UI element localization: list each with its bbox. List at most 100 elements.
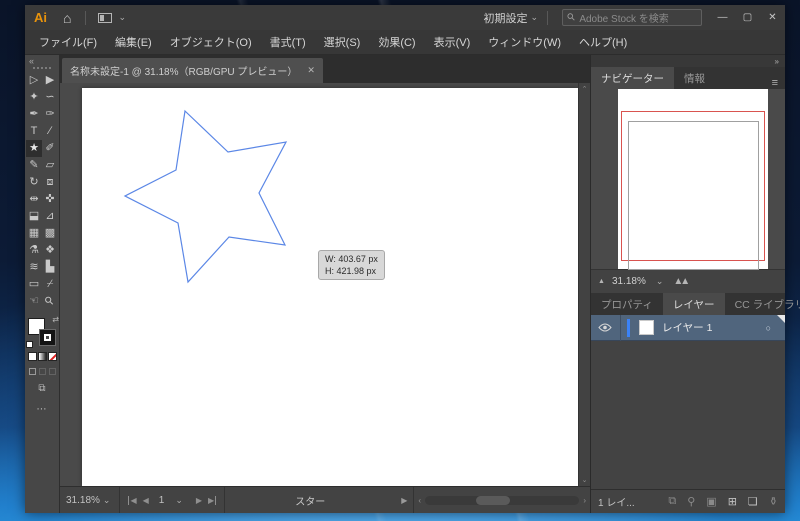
stroke-swatch[interactable] xyxy=(39,329,56,346)
menu-view[interactable]: 表示(V) xyxy=(425,34,480,50)
menu-select[interactable]: 選択(S) xyxy=(315,34,370,50)
status-flyout-icon[interactable]: ▶ xyxy=(395,487,415,513)
artboard-tool[interactable]: ▭ xyxy=(26,276,42,293)
perspective-grid-tool[interactable]: ⊿ xyxy=(42,208,58,225)
scrollbar-thumb[interactable] xyxy=(475,495,510,505)
puppet-warp-tool[interactable]: ✜ xyxy=(42,191,58,208)
menu-type[interactable]: 書式(T) xyxy=(261,34,315,50)
magic-wand-tool[interactable]: ✦ xyxy=(26,89,42,106)
shaper-tool[interactable]: ✎ xyxy=(26,157,42,174)
shape-builder-tool[interactable]: ⬓ xyxy=(26,208,42,225)
gradient-tool[interactable]: ▩ xyxy=(42,225,58,242)
tab-navigator[interactable]: ナビゲーター xyxy=(591,67,674,89)
star-shape[interactable] xyxy=(60,83,578,486)
scroll-right-icon[interactable]: › xyxy=(583,496,586,505)
menu-edit[interactable]: 編集(E) xyxy=(106,34,161,50)
clipping-mask-icon[interactable]: ▣ xyxy=(706,495,716,508)
eyedropper-tool[interactable]: ⚗ xyxy=(26,242,42,259)
width-tool[interactable]: ⇹ xyxy=(26,191,42,208)
layer-thumbnail[interactable] xyxy=(639,320,654,335)
scroll-down-icon[interactable]: ⌄ xyxy=(582,476,588,484)
tab-close-icon[interactable]: ✕ xyxy=(307,65,315,76)
toolbar-drag-handle[interactable] xyxy=(33,67,51,69)
collapse-toolbar-icon[interactable]: « xyxy=(25,55,38,66)
menu-file[interactable]: ファイル(F) xyxy=(30,34,106,50)
artboard-number-dropdown[interactable]: 1 ⌄ xyxy=(155,495,190,506)
tab-layers[interactable]: レイヤー xyxy=(662,293,725,315)
zoom-level-dropdown[interactable]: 31.18% ⌄ xyxy=(60,487,121,513)
document-tab-bar: 名称未設定-1 @ 31.18%（RGB/GPU プレビュー） ✕ xyxy=(60,55,590,83)
direct-selection-tool[interactable]: ▶ xyxy=(42,72,58,89)
collect-for-export-icon[interactable]: ⧉ xyxy=(668,495,676,508)
curvature-tool[interactable]: ✒ xyxy=(26,106,42,123)
size-tooltip: W: 403.67 px H: 421.98 px xyxy=(318,250,385,280)
previous-artboard-button[interactable]: ◀ xyxy=(143,496,149,505)
eraser-tool[interactable]: ▱ xyxy=(42,157,58,174)
tab-properties[interactable]: プロパティ xyxy=(591,293,663,315)
edit-toolbar-icon[interactable]: ⋯ xyxy=(37,404,48,415)
layer-target-icon[interactable]: ○ xyxy=(766,323,771,333)
draw-behind-mode[interactable] xyxy=(38,368,46,375)
visibility-eye-icon[interactable] xyxy=(598,323,612,332)
vertical-scrollbar[interactable]: ⌃ ⌄ xyxy=(578,83,590,486)
scale-tool[interactable]: ⧈ xyxy=(42,174,58,191)
chevron-down-icon[interactable]: ⌄ xyxy=(115,12,129,23)
scrollbar-track[interactable] xyxy=(425,495,580,505)
menu-window[interactable]: ウィンドウ(W) xyxy=(479,34,570,50)
line-segment-tool[interactable]: ∕ xyxy=(42,123,58,140)
navigator-zoom-value[interactable]: 31.18% xyxy=(612,276,646,287)
selection-tool[interactable]: ▷ xyxy=(26,72,42,89)
maximize-button[interactable]: ▢ xyxy=(735,5,760,30)
collapse-panels-icon[interactable]: » xyxy=(775,57,779,66)
draw-normal-mode[interactable] xyxy=(28,368,36,375)
canvas[interactable]: W: 403.67 px H: 421.98 px ⌃ ⌄ xyxy=(60,83,590,486)
scroll-left-icon[interactable]: ‹ xyxy=(418,496,421,505)
workspace-layout-icon[interactable] xyxy=(98,12,113,23)
chevron-down-icon[interactable]: ⌄ xyxy=(653,276,667,287)
color-button[interactable] xyxy=(27,352,37,361)
tab-cc-libraries[interactable]: CC ライブラリ xyxy=(725,293,800,315)
tab-info[interactable]: 情報 xyxy=(674,67,715,89)
swap-fill-stroke-icon[interactable]: ⇄ xyxy=(52,315,59,324)
draw-inside-mode[interactable] xyxy=(48,368,56,375)
none-button[interactable] xyxy=(47,352,57,361)
menu-effect[interactable]: 効果(C) xyxy=(369,34,424,50)
workspace-switcher[interactable]: 初期設定 ⌄ xyxy=(483,10,541,26)
rotate-tool[interactable]: ↻ xyxy=(26,174,42,191)
pen-tool[interactable]: ✑ xyxy=(42,106,58,123)
last-artboard-button[interactable]: ▶ xyxy=(208,495,217,505)
symbol-sprayer-tool[interactable]: ≋ xyxy=(26,259,42,276)
document-tab[interactable]: 名称未設定-1 @ 31.18%（RGB/GPU プレビュー） ✕ xyxy=(62,58,323,83)
screen-mode-icon[interactable]: ⧉ xyxy=(38,383,45,394)
blend-tool[interactable]: ❖ xyxy=(42,242,58,259)
adobe-stock-search-input[interactable]: ⚲ Adobe Stock を検索 xyxy=(562,9,702,26)
first-artboard-button[interactable]: ◀ xyxy=(128,495,137,505)
home-icon[interactable]: ⌂ xyxy=(55,10,79,26)
menu-object[interactable]: オブジェクト(O) xyxy=(161,34,261,50)
layer-name[interactable]: レイヤー 1 xyxy=(662,320,766,335)
zoom-in-icon[interactable]: ▲▲ xyxy=(673,276,690,287)
gradient-button[interactable] xyxy=(37,352,47,361)
menu-help[interactable]: ヘルプ(H) xyxy=(570,34,636,50)
delete-layer-icon[interactable]: ⚱ xyxy=(769,495,778,508)
lasso-tool[interactable]: ∽ xyxy=(42,89,58,106)
panel-menu-icon[interactable]: ≡ xyxy=(765,77,785,89)
zoom-out-icon[interactable]: ▲ xyxy=(598,278,605,285)
scroll-up-icon[interactable]: ⌃ xyxy=(582,85,588,93)
next-artboard-button[interactable]: ▶ xyxy=(196,496,202,505)
mesh-tool[interactable]: ▦ xyxy=(26,225,42,242)
navigator-preview[interactable] xyxy=(591,89,785,270)
locate-object-icon[interactable]: ⚲ xyxy=(687,495,695,508)
default-fill-stroke-icon[interactable] xyxy=(26,341,33,348)
layers-empty-area[interactable] xyxy=(591,341,785,489)
new-sublayer-icon[interactable]: ⊞ xyxy=(728,495,737,508)
paintbrush-tool[interactable]: ✐ xyxy=(42,140,58,157)
star-tool[interactable]: ★ xyxy=(26,140,42,157)
column-graph-tool[interactable]: ▙ xyxy=(42,259,58,276)
horizontal-scrollbar[interactable]: ‹ › xyxy=(414,487,590,513)
type-tool[interactable]: T xyxy=(26,123,42,140)
close-button[interactable]: ✕ xyxy=(760,5,785,30)
layer-row[interactable]: レイヤー 1 ○ xyxy=(591,314,785,341)
minimize-button[interactable]: — xyxy=(710,5,735,30)
new-layer-icon[interactable]: ❏ xyxy=(748,495,758,508)
